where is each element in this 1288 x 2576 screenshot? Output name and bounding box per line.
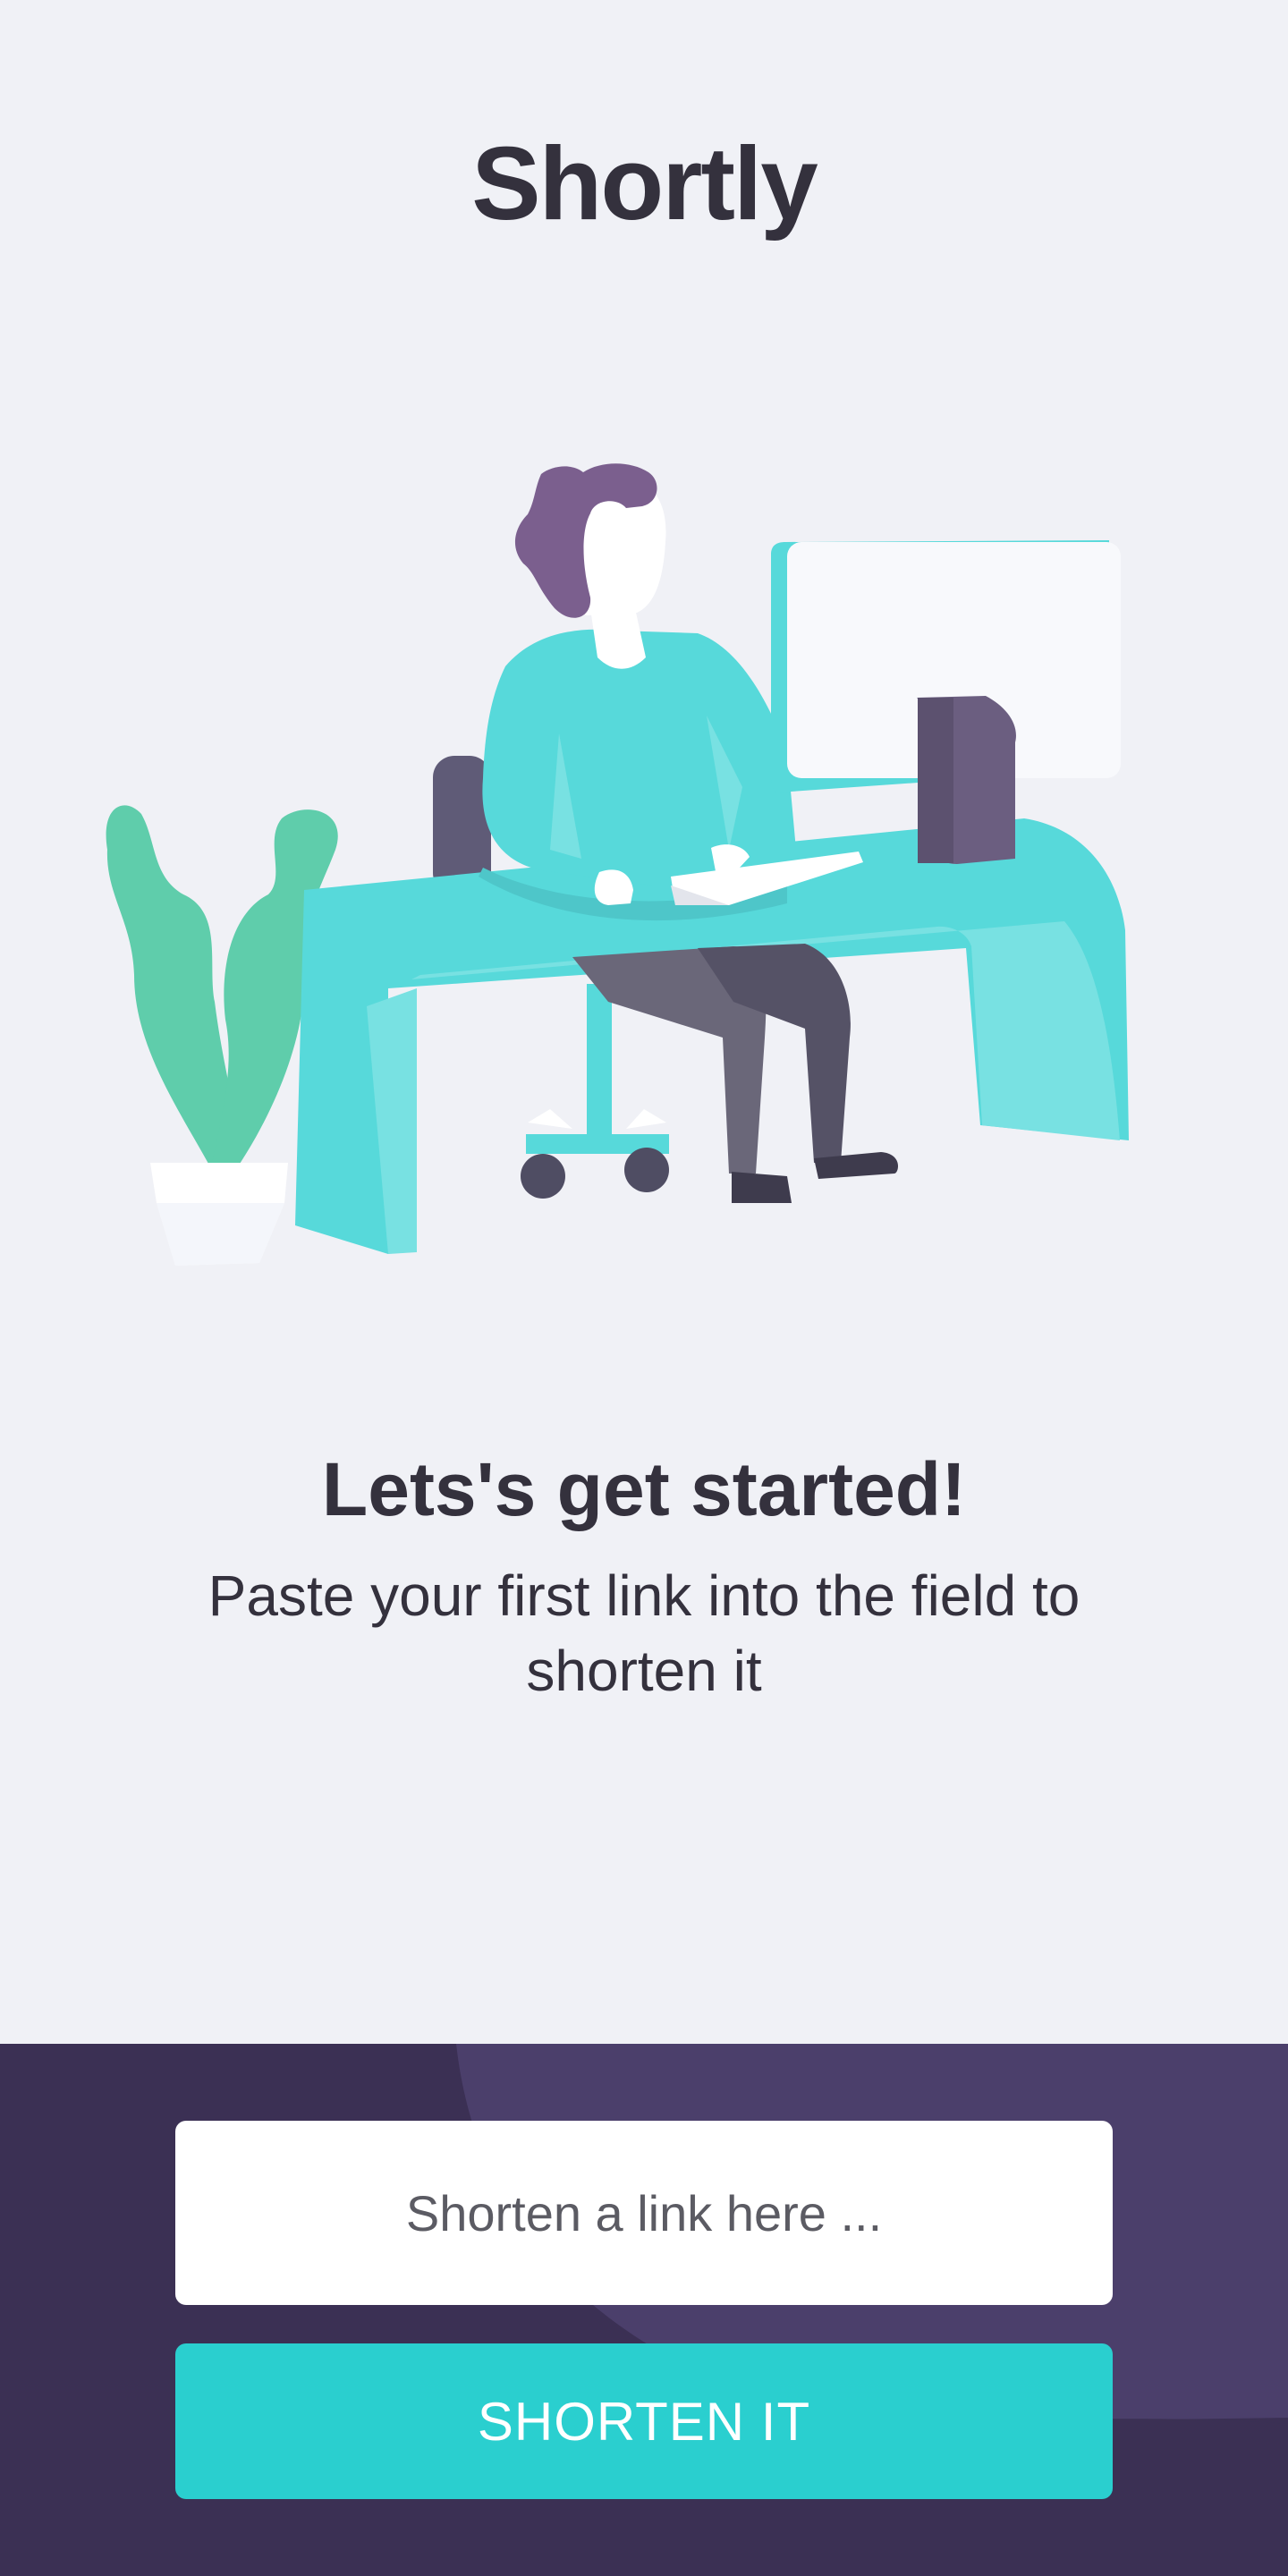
app-logo: Shortly [471, 125, 818, 242]
shorten-link-input[interactable] [175, 2121, 1113, 2305]
hero-headline: Lets's get started! [321, 1447, 967, 1531]
chair-base [521, 984, 669, 1199]
monitor-illustration [771, 540, 1121, 864]
shorten-it-button[interactable]: SHORTEN IT [175, 2343, 1113, 2499]
person-legs [572, 944, 899, 1203]
working-person-illustration [106, 463, 1129, 1266]
hero-subtext: Paste your first link into the field to … [208, 1563, 1080, 1703]
